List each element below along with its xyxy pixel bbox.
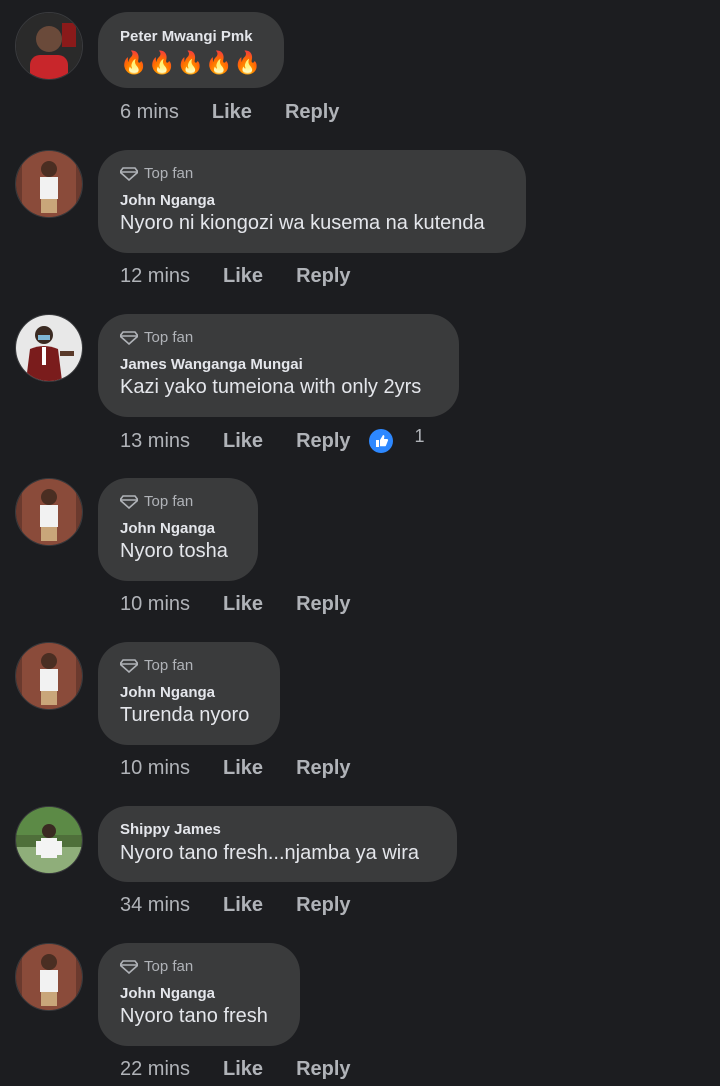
reply-button[interactable]: Reply [285,101,339,124]
top-fan-badge: Top fan [118,493,194,510]
comment-actions: 10 mins Like Reply [120,757,351,780]
comment-bubble: Shippy James Nyoro tano fresh...njamba y… [98,806,457,882]
diamond-icon [118,658,140,673]
comment-bubble: Top fan John Nganga Nyoro tano fresh [98,943,300,1046]
commenter-name[interactable]: Peter Mwangi Pmk [120,28,253,45]
badge-label: Top fan [144,493,194,510]
like-button[interactable]: Like [212,101,252,124]
comment-bubble: Peter Mwangi Pmk 🔥🔥🔥🔥🔥 [98,12,284,88]
badge-label: Top fan [144,165,194,182]
commenter-name[interactable]: John Nganga [120,192,215,209]
timestamp[interactable]: 34 mins [120,894,190,917]
comment-text: Nyoro ni kiongozi wa kusema na kutenda [120,212,485,234]
like-button[interactable]: Like [223,1058,263,1081]
comment-text: Kazi yako tumeiona with only 2yrs [120,376,422,398]
comment-text: Nyoro tano fresh...njamba ya wira [120,842,420,864]
reply-button[interactable]: Reply [296,593,350,616]
reply-button[interactable]: Reply [296,757,350,780]
like-button[interactable]: Like [223,265,263,288]
comment-actions: 10 mins Like Reply [120,593,351,616]
top-fan-badge: Top fan [118,958,194,975]
comment-text: Nyoro tano fresh [120,1005,268,1027]
comment-actions: 22 mins Like Reply [120,1058,351,1081]
commenter-name[interactable]: John Nganga [120,520,215,537]
timestamp[interactable]: 22 mins [120,1058,190,1081]
avatar[interactable] [15,642,83,710]
avatar[interactable] [15,943,83,1011]
avatar[interactable] [15,478,83,546]
comment-actions: 12 mins Like Reply [120,265,351,288]
badge-label: Top fan [144,958,194,975]
comment-bubble: Top fan John Nganga Turenda nyoro [98,642,280,745]
commenter-name[interactable]: John Nganga [120,985,215,1002]
like-button[interactable]: Like [223,894,263,917]
reply-button[interactable]: Reply [296,265,350,288]
reaction-count: 1 [414,425,425,446]
comment-actions: 6 mins Like Reply [120,101,339,124]
comment-bubble: Top fan John Nganga Nyoro tosha [98,478,258,581]
badge-label: Top fan [144,657,194,674]
top-fan-badge: Top fan [118,329,194,346]
timestamp[interactable]: 6 mins [120,101,179,124]
like-button[interactable]: Like [223,593,263,616]
reply-button[interactable]: Reply [296,1058,350,1081]
avatar[interactable] [15,314,83,382]
comment-actions: 13 mins Like Reply 1 [120,425,425,453]
comment-text: Nyoro tosha [120,540,228,562]
timestamp[interactable]: 12 mins [120,265,190,288]
comment-text: Turenda nyoro [120,704,250,726]
diamond-icon [118,959,140,974]
timestamp[interactable]: 10 mins [120,593,190,616]
diamond-icon [118,494,140,509]
comment-text: 🔥🔥🔥🔥🔥 [120,50,262,75]
reaction-summary[interactable]: 1 [368,425,425,453]
comment-bubble: Top fan John Nganga Nyoro ni kiongozi wa… [98,150,526,253]
top-fan-badge: Top fan [118,165,194,182]
avatar[interactable] [15,150,83,218]
avatar[interactable] [15,12,83,80]
badge-label: Top fan [144,329,194,346]
avatar[interactable] [15,806,83,874]
thumbs-up-icon [368,429,393,453]
reply-button[interactable]: Reply [296,894,350,917]
reply-button[interactable]: Reply [296,430,350,453]
comment-actions: 34 mins Like Reply [120,894,351,917]
commenter-name[interactable]: Shippy James [120,821,221,838]
diamond-icon [118,330,140,345]
timestamp[interactable]: 10 mins [120,757,190,780]
timestamp[interactable]: 13 mins [120,430,190,453]
like-button[interactable]: Like [223,430,263,453]
diamond-icon [118,166,140,181]
commenter-name[interactable]: John Nganga [120,684,215,701]
comment-bubble: Top fan James Wanganga Mungai Kazi yako … [98,314,459,417]
top-fan-badge: Top fan [118,657,194,674]
commenter-name[interactable]: James Wanganga Mungai [120,356,303,373]
like-button[interactable]: Like [223,757,263,780]
